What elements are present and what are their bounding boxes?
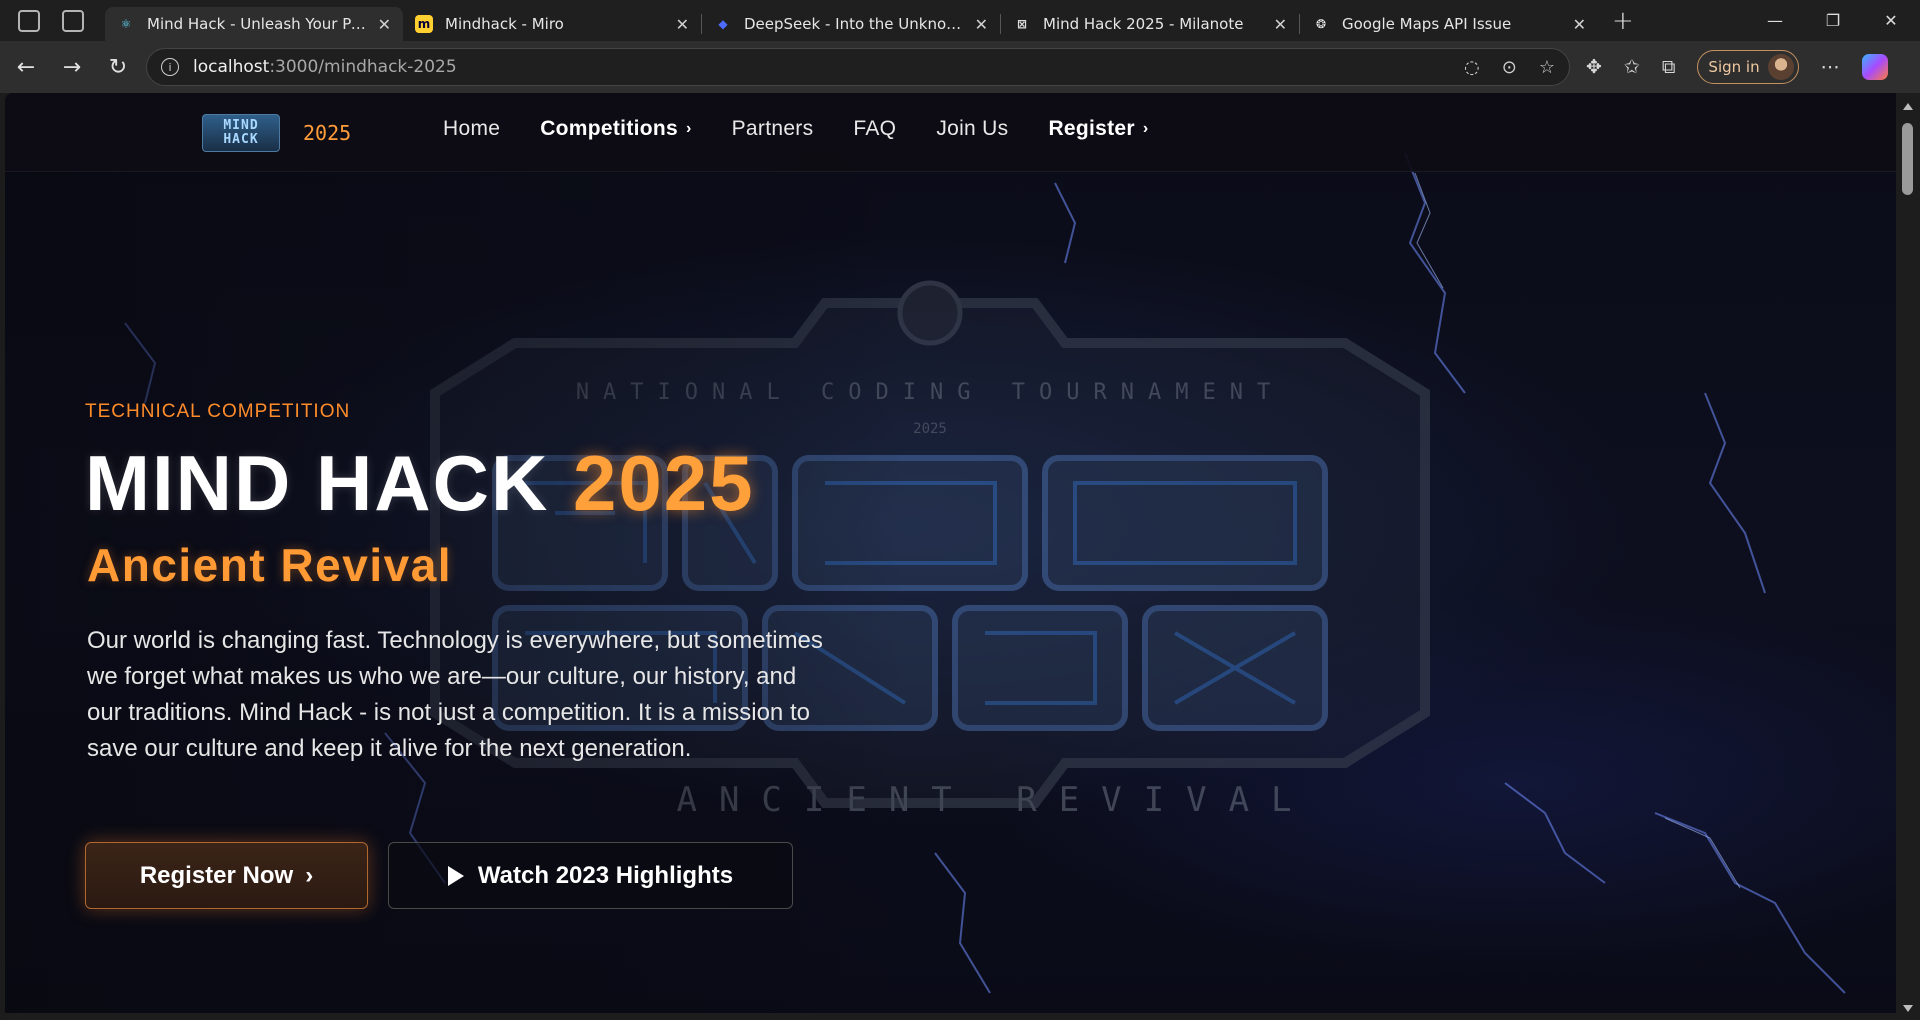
toolbar-actions: ✥ ✩ ⧉ Sign in ⋯ — [1586, 50, 1888, 84]
nav-partners-label: Partners — [731, 117, 814, 140]
restore-icon[interactable]: ❐ — [1804, 0, 1862, 41]
nav-join-us[interactable]: Join Us — [936, 117, 1008, 141]
tab-title: Mind Hack - Unleash Your Potenti — [147, 15, 370, 33]
register-now-button[interactable]: Register Now › — [85, 842, 368, 909]
chevron-right-icon: › — [1142, 120, 1149, 137]
minimize-icon[interactable]: — — [1746, 0, 1804, 41]
watch-highlights-label: Watch 2023 Highlights — [477, 861, 734, 889]
copilot-icon[interactable] — [1861, 54, 1888, 80]
logo-year: 2025 — [303, 121, 352, 145]
horizontal-scrollbar[interactable] — [5, 1013, 1896, 1020]
logo-text-line-1: MIND — [223, 118, 259, 133]
sign-in-label: Sign in — [1708, 58, 1760, 76]
site-header: MIND HACK 2025 Home Competitions › Partne… — [5, 93, 1896, 172]
address-bar-actions: ◌ ⊙ ☆ — [1464, 57, 1555, 78]
favorites-icon[interactable]: ✩ — [1624, 56, 1640, 78]
emblem-year: 2025 — [913, 421, 947, 437]
play-icon — [447, 865, 464, 886]
hero-title: MIND HACK 2025 — [85, 438, 755, 529]
site-logo[interactable]: MIND HACK — [202, 114, 280, 152]
vertical-scrollbar[interactable] — [1896, 93, 1920, 1020]
collections-icon[interactable]: ⧉ — [1662, 56, 1676, 78]
close-tab-icon[interactable]: ✕ — [1573, 15, 1586, 34]
browser-tab[interactable]: ◆ DeepSeek - Into the Unknown ✕ — [702, 7, 1000, 41]
register-now-label: Register Now — [139, 861, 294, 889]
hero-description: Our world is changing fast. Technology i… — [87, 627, 823, 762]
deepseek-icon: ◆ — [718, 17, 728, 31]
browser-toolbar: ← → ↻ i localhost:3000/mindhack-2025 ◌ ⊙… — [0, 41, 1920, 93]
tab-title: Mindhack - Miro — [445, 15, 564, 33]
scroll-up-icon[interactable] — [1903, 103, 1913, 110]
hero-title-year: 2025 — [572, 439, 755, 527]
nav-competitions[interactable]: Competitions › — [540, 117, 691, 141]
site-info-icon[interactable]: i — [161, 58, 179, 76]
close-window-icon[interactable]: ✕ — [1862, 0, 1920, 41]
new-tab-button[interactable]: + — [1612, 6, 1634, 36]
tab-title: DeepSeek - Into the Unknown — [744, 15, 967, 33]
close-tab-icon[interactable]: ✕ — [676, 15, 689, 34]
react-icon: ⚛ — [120, 17, 132, 31]
url-host: localhost — [193, 57, 270, 77]
watch-highlights-button[interactable]: Watch 2023 Highlights — [388, 842, 793, 909]
scroll-down-icon[interactable] — [1903, 1005, 1913, 1012]
nav-faq-label: FAQ — [853, 117, 897, 140]
sign-in-button[interactable]: Sign in — [1697, 50, 1799, 84]
nav-register-label: Register — [1048, 117, 1135, 140]
read-aloud-icon[interactable]: ⊙ — [1502, 57, 1517, 78]
nav-competitions-label: Competitions — [540, 117, 678, 140]
page-viewport: NATIONAL CODING TOURNAMENT 2025 ANCIENT … — [5, 93, 1896, 1013]
address-bar[interactable]: i localhost:3000/mindhack-2025 ◌ ⊙ ☆ — [146, 48, 1570, 86]
scrollbar-thumb[interactable] — [1902, 123, 1913, 195]
chevron-right-icon: › — [305, 861, 314, 889]
browser-tab-bar: ⚛ Mind Hack - Unleash Your Potenti ✕ m M… — [0, 0, 1920, 41]
nav-home-label: Home — [443, 117, 501, 140]
avatar — [1767, 54, 1794, 80]
forward-icon[interactable]: → — [54, 49, 90, 85]
window-controls: — ❐ ✕ — [1746, 0, 1920, 41]
hero-subtitle: Ancient Revival — [87, 539, 453, 591]
hero-title-main: MIND HACK — [85, 439, 573, 527]
browser-tab[interactable]: m Mindhack - Miro ✕ — [403, 7, 701, 41]
openai-icon: ❂ — [1315, 17, 1327, 31]
tab-title: Mind Hack 2025 - Milanote — [1043, 15, 1244, 33]
close-tab-icon[interactable]: ✕ — [1274, 15, 1287, 34]
nav-register[interactable]: Register › — [1048, 117, 1148, 141]
browser-tab[interactable]: ⊠ Mind Hack 2025 - Milanote ✕ — [1001, 7, 1299, 41]
nav-partners[interactable]: Partners — [732, 117, 814, 141]
tab-actions — [0, 0, 105, 41]
vertical-tabs-icon[interactable] — [62, 9, 84, 32]
tab-title: Google Maps API Issue — [1342, 15, 1512, 33]
extensions-icon[interactable]: ✥ — [1586, 56, 1602, 78]
url-path: :3000/mindhack-2025 — [269, 57, 457, 77]
main-nav: Home Competitions › Partners FAQ Join Us … — [443, 117, 1149, 141]
back-icon[interactable]: ← — [8, 49, 44, 85]
nav-faq[interactable]: FAQ — [853, 117, 896, 141]
favorite-star-icon[interactable]: ☆ — [1539, 57, 1555, 78]
refresh-icon[interactable]: ↻ — [100, 49, 136, 85]
milanote-icon: ⊠ — [1016, 17, 1028, 31]
nav-join-us-label: Join Us — [936, 117, 1009, 140]
tracking-prevention-icon[interactable]: ◌ — [1464, 57, 1480, 78]
logo-text-line-2: HACK — [223, 132, 259, 147]
miro-icon: m — [415, 15, 433, 33]
more-options-icon[interactable]: ⋯ — [1821, 56, 1840, 78]
chevron-right-icon: › — [685, 120, 692, 137]
workspaces-icon[interactable] — [18, 9, 40, 32]
close-tab-icon[interactable]: ✕ — [378, 15, 391, 34]
browser-tab[interactable]: ⚛ Mind Hack - Unleash Your Potenti ✕ — [105, 7, 403, 41]
nav-home[interactable]: Home — [443, 117, 500, 141]
browser-tab[interactable]: ❂ Google Maps API Issue ✕ — [1300, 7, 1598, 41]
close-tab-icon[interactable]: ✕ — [975, 15, 988, 34]
hero-tag: TECHNICAL COMPETITION — [85, 401, 351, 422]
